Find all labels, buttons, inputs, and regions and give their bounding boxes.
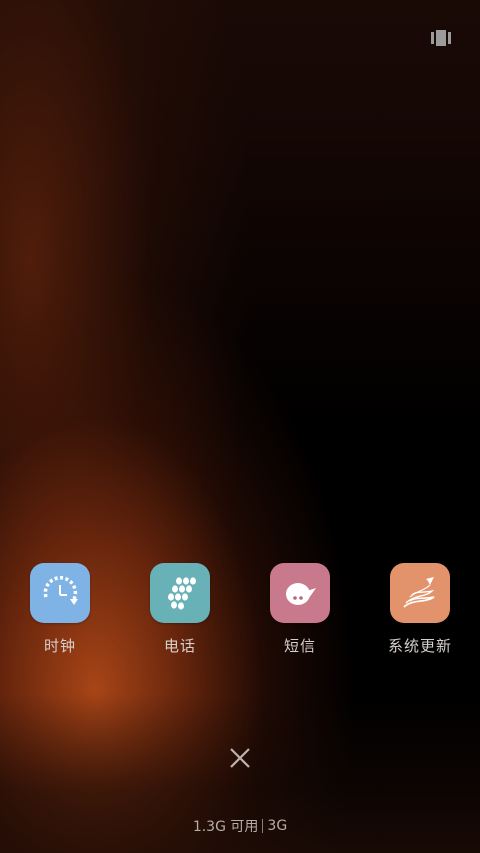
app-phone[interactable]: 电话 <box>130 563 230 656</box>
memory-status: 1.3G 可用 3G <box>0 816 480 836</box>
app-messages[interactable]: 短信 <box>250 563 350 656</box>
message-bubble-icon <box>270 563 330 623</box>
memory-available: 1.3G 可用 <box>192 819 259 835</box>
app-label: 时钟 <box>43 637 76 655</box>
recent-apps-row: 时钟 电话 短信 系统更新 <box>0 563 480 663</box>
app-label: 系统更新 <box>387 637 452 655</box>
clock-icon <box>30 563 90 623</box>
memory-separator <box>262 819 264 833</box>
system-update-icon <box>390 563 450 623</box>
memory-total: 3G <box>267 818 288 834</box>
recent-apps-screen: 时钟 电话 短信 系统更新 1.3G 可用 3G <box>0 0 480 853</box>
multiwindow-icon <box>431 30 451 46</box>
app-system-update[interactable]: 系统更新 <box>370 563 470 656</box>
clear-all-button[interactable] <box>226 744 254 772</box>
phone-dialpad-icon <box>150 563 210 623</box>
close-icon <box>230 748 250 768</box>
app-clock[interactable]: 时钟 <box>10 563 110 656</box>
multiwindow-button[interactable] <box>428 27 454 49</box>
app-label: 电话 <box>163 637 196 655</box>
app-label: 短信 <box>283 637 316 655</box>
